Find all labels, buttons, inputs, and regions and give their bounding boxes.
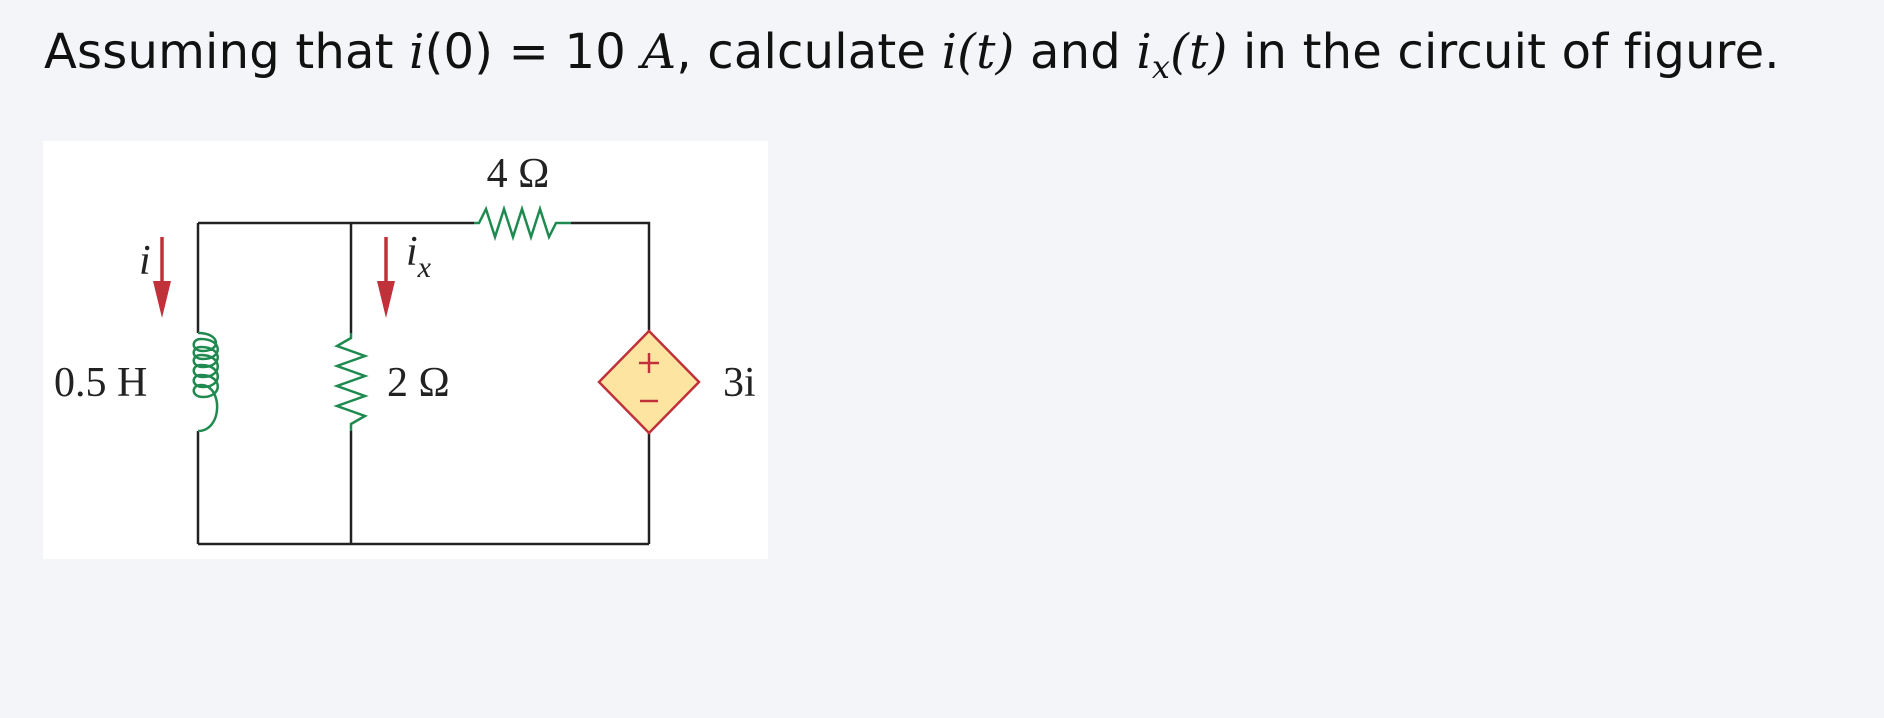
dependent-source: [597, 329, 701, 435]
var-i0: i: [409, 24, 425, 80]
label-ix-var: i: [406, 229, 418, 275]
text-equals: = 10: [493, 24, 642, 80]
resistor-4ohm: [474, 204, 571, 242]
arg-it: (t): [957, 24, 1015, 80]
unit-ampere: A: [641, 24, 677, 80]
text-assuming: Assuming that: [44, 24, 410, 80]
label-current-i: i: [139, 238, 151, 284]
label-current-ix: ix: [406, 229, 432, 284]
var-ix: i: [1136, 24, 1152, 80]
sub-ix: x: [1151, 48, 1171, 86]
label-2ohm: 2 Ω: [387, 360, 450, 406]
label-ix-sub: x: [417, 251, 432, 284]
circuit-figure: 4 Ω 2 Ω 0.5 H i ix 3i: [43, 141, 768, 559]
arg-i0: (0): [424, 24, 494, 80]
text-and: and: [1014, 24, 1137, 80]
arg-ix: (t): [1170, 24, 1228, 80]
arrow-i-head: [153, 281, 171, 318]
resistor-2ohm: [333, 333, 369, 431]
label-4ohm: 4 Ω: [487, 151, 550, 197]
arrow-ix-head: [377, 281, 395, 318]
wire-top-right: [571, 221, 651, 331]
label-inductor: 0.5 H: [54, 360, 147, 406]
inductor-0-5h: [192, 331, 219, 433]
circuit-diagram: 4 Ω 2 Ω 0.5 H i ix 3i: [54, 151, 756, 546]
label-source-value: 3i: [723, 360, 756, 406]
text-calculate: , calculate: [676, 24, 942, 80]
text-in-circuit: in the circuit of figure.: [1227, 24, 1780, 80]
var-it: i: [941, 24, 958, 80]
problem-statement: Assuming that i(0) = 10 A, calculate i(t…: [44, 18, 1780, 86]
